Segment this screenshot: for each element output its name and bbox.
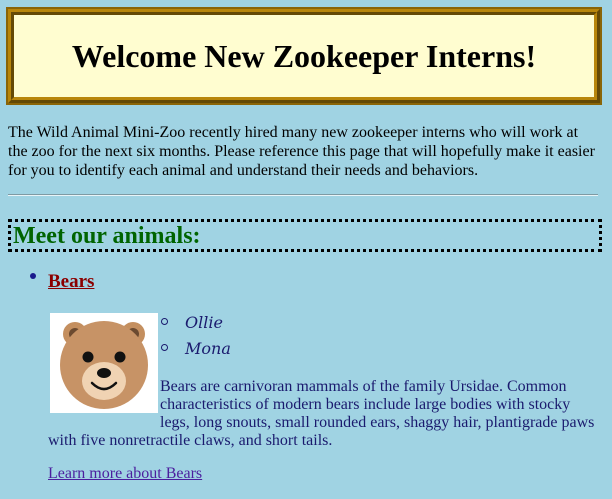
animal-link-bears[interactable]: Bears [48,271,94,293]
circle-bullet-icon [161,344,168,351]
list-item: Mona [158,338,231,364]
page: Welcome New Zookeeper Interns! The Wild … [0,0,612,499]
section-heading: Meet our animals: [8,219,602,252]
bear-face-icon [60,321,148,409]
bullet-icon [30,273,36,279]
title-banner: Welcome New Zookeeper Interns! [6,7,602,105]
horizontal-divider [8,194,598,196]
page-title: Welcome New Zookeeper Interns! [71,37,537,74]
bear-description-continued: with five nonretractile claws, and short… [48,432,333,449]
list-item: Ollie [158,312,231,338]
intro-paragraph: The Wild Animal Mini-Zoo recently hired … [8,124,595,179]
bear-description: Bears are carnivoran mammals of the fami… [160,378,595,431]
bear-names-list: Ollie Mona [158,312,231,364]
bear-name: Ollie [185,313,223,332]
bear-image [50,313,158,413]
bear-name: Mona [185,339,231,358]
learn-more-link[interactable]: Learn more about Bears [48,465,202,483]
circle-bullet-icon [161,318,168,325]
